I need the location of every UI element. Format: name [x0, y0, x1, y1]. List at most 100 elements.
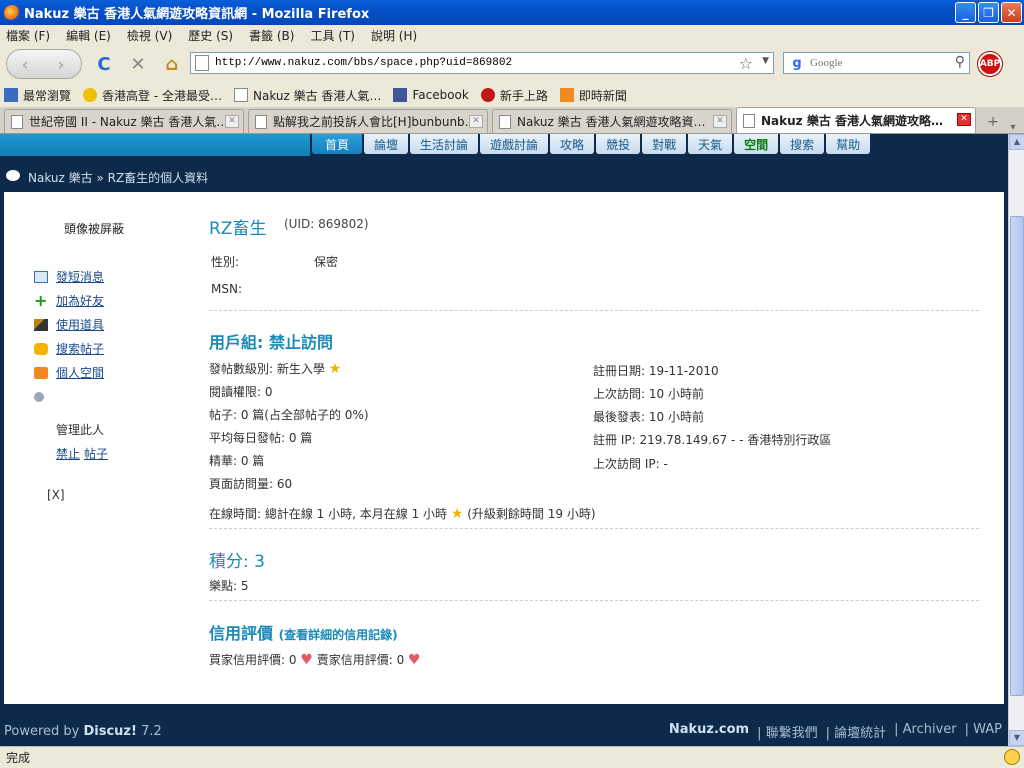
- footer-link-archiver[interactable]: | Archiver: [894, 722, 957, 741]
- scroll-down-icon[interactable]: ▼: [1009, 730, 1024, 746]
- search-posts-text[interactable]: 搜索帖子: [56, 340, 104, 357]
- manage-links: 禁止 帖子: [56, 445, 108, 462]
- scroll-up-icon[interactable]: ▲: [1009, 134, 1024, 150]
- nav-weather[interactable]: 天氣: [688, 134, 733, 154]
- menu-file[interactable]: 檔案 (F): [6, 27, 50, 44]
- discuz-version: 7.2: [136, 723, 162, 739]
- search-posts-link[interactable]: 搜索帖子: [34, 340, 104, 357]
- menu-history[interactable]: 歷史 (S): [188, 27, 233, 44]
- tab-bar: 世紀帝國 II - Nakuz 樂古 香港人氣… ✕ 點解我之前投訴人會比[H]…: [0, 107, 1024, 134]
- posts-count: 帖子: 0 篇(占全部帖子的 0%): [209, 408, 369, 422]
- online-time-text: 在線時間: 總計在線 1 小時, 本月在線 1 小時: [209, 507, 448, 521]
- page-views: 頁面訪問量: 60: [209, 477, 293, 491]
- send-message-text[interactable]: 發短消息: [56, 268, 104, 285]
- menu-edit[interactable]: 編輯 (E): [66, 27, 111, 44]
- back-icon[interactable]: ‹: [7, 55, 43, 74]
- trust-heading: 信用評價 (查看詳細的信用記錄): [209, 620, 398, 644]
- nav-games[interactable]: 遊戲討論: [480, 134, 549, 154]
- stop-icon[interactable]: ✕: [126, 52, 150, 76]
- nav-forum[interactable]: 論壇: [364, 134, 409, 154]
- bookmark-news[interactable]: 即時新聞: [559, 87, 627, 104]
- navigation-toolbar: ‹ › C ✕ ⌂ ☆ ▼ g ⚲ ABP: [0, 45, 1024, 83]
- nav-auction[interactable]: 競投: [596, 134, 641, 154]
- forward-icon[interactable]: ›: [43, 55, 79, 74]
- smiley-icon[interactable]: [1004, 749, 1020, 765]
- nav-space[interactable]: 空間: [734, 134, 779, 154]
- use-item-text[interactable]: 使用道具: [56, 316, 104, 333]
- close-x-button[interactable]: [X]: [47, 488, 65, 502]
- tab-label: Nakuz 樂古 香港人氣網遊攻略資…: [517, 115, 706, 129]
- menu-bookmarks[interactable]: 書籤 (B): [249, 27, 294, 44]
- tab-close-icon[interactable]: ✕: [957, 113, 971, 126]
- register-date: 註冊日期: 19-11-2010: [593, 364, 719, 378]
- wrench-icon[interactable]: [34, 392, 44, 402]
- divider: [209, 528, 979, 529]
- nav-guides[interactable]: 攻略: [550, 134, 595, 154]
- tab-1[interactable]: 世紀帝國 II - Nakuz 樂古 香港人氣… ✕: [4, 109, 244, 133]
- bookmark-label: 即時新聞: [578, 88, 627, 103]
- personal-space-text[interactable]: 個人空間: [56, 364, 104, 381]
- star-icon: ★: [450, 506, 464, 522]
- scroll-thumb[interactable]: [1010, 216, 1024, 696]
- page-icon: [11, 114, 23, 129]
- add-friend-link[interactable]: + 加為好友: [34, 292, 104, 309]
- maximize-button[interactable]: ❐: [978, 2, 999, 23]
- tab-list-icon[interactable]: ▾: [1004, 122, 1022, 133]
- url-input[interactable]: [215, 57, 725, 69]
- reload-icon[interactable]: C: [92, 52, 116, 76]
- powered-by-text: Powered by: [4, 723, 84, 739]
- search-bar: g ⚲: [783, 52, 970, 74]
- adblock-plus-button[interactable]: ABP: [978, 52, 1002, 76]
- add-friend-text[interactable]: 加為好友: [56, 292, 104, 309]
- footer-link-stats[interactable]: | 論壇統計: [826, 722, 887, 741]
- home-icon: [34, 366, 48, 379]
- close-window-button[interactable]: ✕: [1001, 2, 1022, 23]
- send-message-link[interactable]: 發短消息: [34, 268, 104, 285]
- bookmark-hkgolden[interactable]: 香港高登 - 全港最受…: [83, 87, 222, 104]
- home-icon[interactable]: ⌂: [160, 52, 184, 76]
- tab-close-icon[interactable]: ✕: [469, 115, 483, 128]
- posts-link[interactable]: 帖子: [84, 445, 108, 462]
- bookmark-facebook[interactable]: Facebook: [393, 88, 469, 102]
- ban-link[interactable]: 禁止: [56, 445, 80, 462]
- online-upgrade-text: (升級剩餘時間 19 小時): [467, 507, 596, 521]
- tab-close-icon[interactable]: ✕: [225, 115, 239, 128]
- nav-battle[interactable]: 對戰: [642, 134, 687, 154]
- footer-link-wap[interactable]: | WAP: [965, 722, 1002, 741]
- tab-close-icon[interactable]: ✕: [713, 115, 727, 128]
- nav-help[interactable]: 幫助: [826, 134, 871, 154]
- bookmark-nakuz[interactable]: Nakuz 樂古 香港人氣…: [233, 87, 381, 104]
- discuz-link[interactable]: Discuz!: [83, 724, 136, 739]
- last-visit-ip: 上次訪問 IP: -: [593, 457, 668, 471]
- minimize-button[interactable]: _: [955, 2, 976, 23]
- gender-value: 保密: [314, 255, 339, 269]
- nav-life[interactable]: 生活討論: [410, 134, 479, 154]
- vertical-scrollbar[interactable]: ▲ ▼: [1008, 134, 1024, 746]
- nav-search[interactable]: 搜索: [780, 134, 825, 154]
- url-dropdown-icon[interactable]: ▼: [762, 56, 769, 66]
- google-icon[interactable]: g: [784, 56, 810, 71]
- tab-3[interactable]: Nakuz 樂古 香港人氣網遊攻略資… ✕: [492, 109, 732, 133]
- search-input[interactable]: [810, 57, 940, 69]
- avatar-blocked-note: 頭像被屏蔽: [64, 222, 125, 236]
- footer-link-contact[interactable]: | 聯繫我們: [757, 722, 818, 741]
- bookmark-star-icon[interactable]: ☆: [739, 54, 753, 73]
- tab-4-active[interactable]: Nakuz 樂古 香港人氣網遊攻略… ✕: [736, 107, 976, 133]
- menu-view[interactable]: 檢視 (V): [127, 27, 172, 44]
- bookmark-label: Facebook: [412, 88, 469, 102]
- personal-space-link[interactable]: 個人空間: [34, 364, 104, 381]
- footer-link-nakuz[interactable]: Nakuz.com: [669, 722, 749, 741]
- post-level: 發帖數級別: 新生入學 ★: [209, 360, 341, 377]
- nav-home[interactable]: 首頁: [312, 134, 362, 154]
- breadcrumb-text[interactable]: Nakuz 樂古 » RZ畜生的個人資料: [28, 169, 208, 186]
- use-item-link[interactable]: 使用道具: [34, 316, 104, 333]
- rss-icon: [559, 88, 574, 102]
- tab-2[interactable]: 點解我之前投訴人會比[H]bunbunb… ✕: [248, 109, 488, 133]
- trust-records-link[interactable]: (查看詳細的信用記錄): [279, 628, 398, 642]
- menu-tools[interactable]: 工具 (T): [310, 27, 355, 44]
- search-icon[interactable]: ⚲: [955, 54, 965, 70]
- bookmark-most-visited[interactable]: 最常瀏覽: [4, 87, 71, 104]
- new-tab-button[interactable]: +: [982, 111, 1004, 133]
- bookmark-getting-started[interactable]: 新手上路: [480, 87, 548, 104]
- menu-help[interactable]: 說明 (H): [371, 27, 417, 44]
